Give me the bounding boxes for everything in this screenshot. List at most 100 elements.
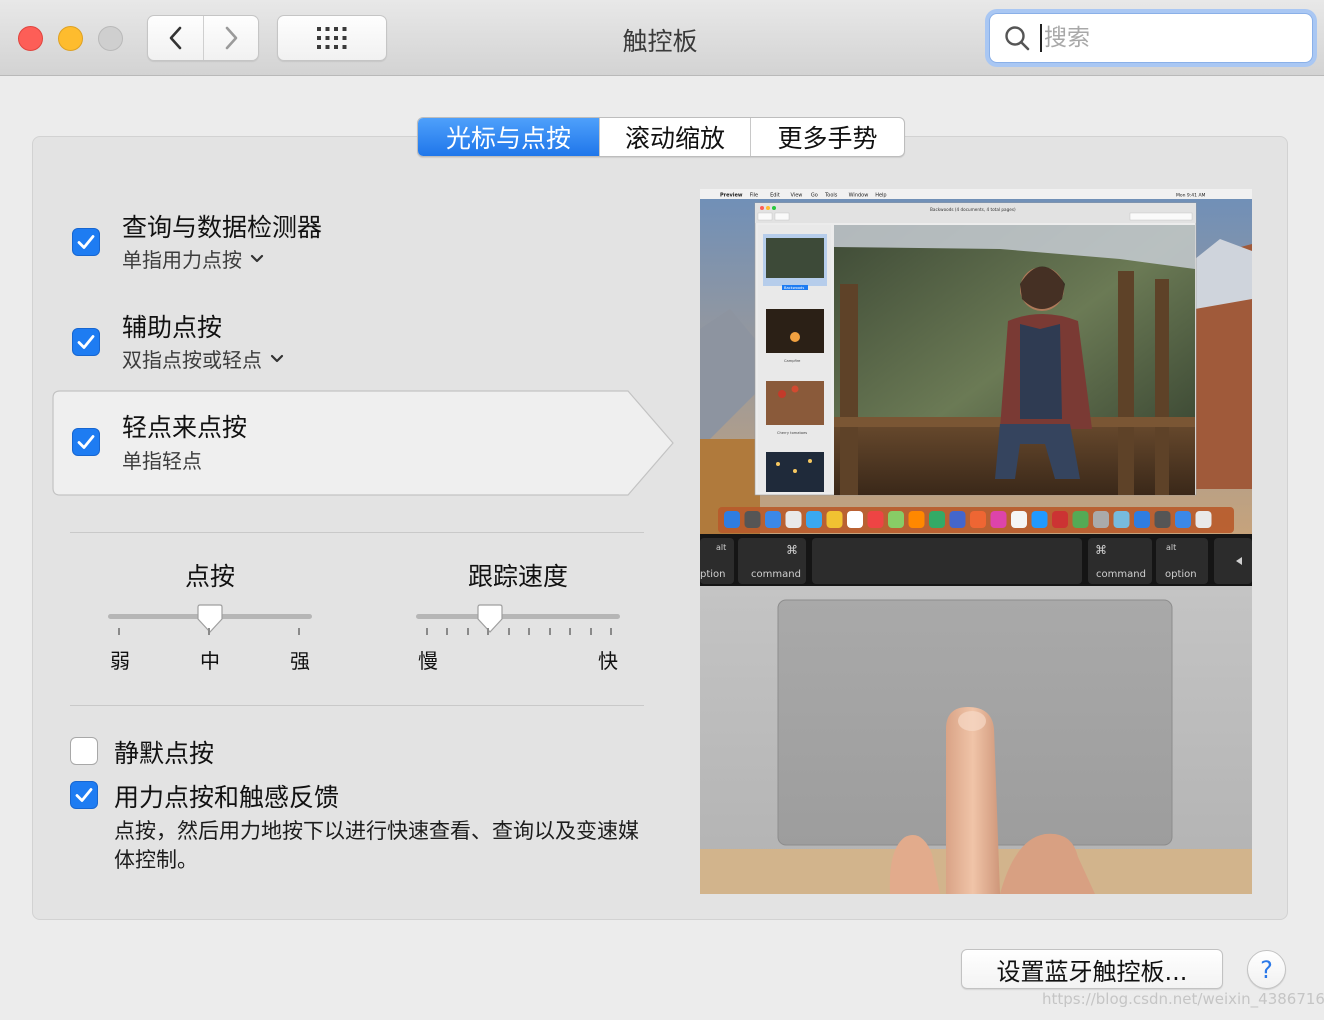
help-button[interactable]: ? xyxy=(1247,950,1286,989)
preview-menu-item: Tools xyxy=(824,193,838,199)
search-field[interactable] xyxy=(989,13,1313,63)
force-click-description: 点按，然后用力地按下以进行快速查看、查询以及变速媒体控制。 xyxy=(114,819,639,872)
search-input[interactable] xyxy=(1044,18,1284,58)
slider-tick xyxy=(446,628,449,635)
key-label: ⌘ xyxy=(786,543,798,557)
secondary-click-dropdown[interactable]: 双指点按或轻点 xyxy=(122,344,284,373)
tap-to-click-checkbox[interactable] xyxy=(72,428,100,456)
tab-point-and-click[interactable]: 光标与点按 xyxy=(418,118,599,156)
tab-more-gestures[interactable]: 更多手势 xyxy=(750,118,904,156)
tap-to-click-gesture-label: 单指轻点 xyxy=(122,449,202,473)
close-window-button[interactable] xyxy=(18,26,43,51)
preview-menu-item: View xyxy=(791,193,803,199)
dock-app-icon xyxy=(970,511,986,528)
zoom-window-button[interactable] xyxy=(98,26,123,51)
checkmark-icon xyxy=(77,235,95,249)
click-label-firm: 强 xyxy=(290,649,310,673)
dock-app-icon xyxy=(1113,511,1130,528)
preview-document-title: Backwoods (4 documents, 4 total pages) xyxy=(930,207,1016,212)
preview-illustration: Preview File Edit View Go Tools Window Help Mon… xyxy=(700,189,1252,894)
preview-thumb-label: Cherry tomatoes xyxy=(777,431,807,435)
minimize-window-button[interactable] xyxy=(58,26,83,51)
key-label: option xyxy=(1165,569,1197,580)
preview-menu-item: File xyxy=(750,193,758,199)
preview-menu-item: Help xyxy=(875,193,886,199)
forward-button[interactable] xyxy=(203,16,258,60)
dock-app-icon xyxy=(765,511,781,528)
set-up-bluetooth-trackpad-button[interactable]: 设置蓝牙触控板... xyxy=(961,949,1223,989)
back-button[interactable] xyxy=(148,16,203,60)
click-slider-thumb[interactable] xyxy=(197,604,223,634)
show-all-button[interactable] xyxy=(277,15,387,61)
slider-tick xyxy=(208,628,210,635)
watermark: https://blog.csdn.net/weixin_43867168 xyxy=(1042,990,1324,1008)
secondary-click-checkbox[interactable] xyxy=(72,328,100,356)
silent-click-checkbox[interactable] xyxy=(70,737,98,765)
slider-tick xyxy=(569,628,572,635)
toolbar: 触控板 xyxy=(0,0,1324,76)
tab-scroll-and-zoom[interactable]: 滚动缩放 xyxy=(599,118,750,156)
dock-app-icon xyxy=(888,511,904,528)
slider-tick xyxy=(528,628,531,635)
slider-tick xyxy=(548,628,551,635)
slider-tick xyxy=(118,628,120,635)
tap-to-click-subtitle: 单指轻点 xyxy=(122,445,202,474)
preview-menubar-clock: Mon 9:41 AM xyxy=(1176,193,1206,199)
preview-menu-item: Edit xyxy=(770,193,780,199)
lookup-gesture-label: 单指用力点按 xyxy=(122,248,242,272)
dock-app-icon xyxy=(1154,511,1171,528)
text-caret xyxy=(1040,24,1042,52)
chevron-right-icon xyxy=(225,26,238,50)
click-slider-title: 点按 xyxy=(184,562,235,591)
tab-bar: 光标与点按 滚动缩放 更多手势 xyxy=(417,117,905,157)
tracking-slider-track[interactable] xyxy=(416,614,620,619)
slider-tick xyxy=(487,628,490,635)
dock-app-icon xyxy=(806,511,822,528)
lookup-checkbox[interactable] xyxy=(72,228,100,256)
dock-app-icon xyxy=(1031,511,1048,528)
section-divider xyxy=(70,532,644,533)
dock-app-icon xyxy=(1175,511,1191,528)
key-label: ⌘ xyxy=(1095,543,1107,557)
dock-app-icon xyxy=(990,511,1007,528)
secondary-click-title: 辅助点按 xyxy=(122,313,223,342)
click-label-medium: 中 xyxy=(200,649,220,673)
dock-app-icon xyxy=(908,511,925,528)
silent-click-title: 静默点按 xyxy=(114,739,215,768)
dock-app-icon xyxy=(847,511,863,528)
section-divider xyxy=(70,705,644,706)
dock-app-icon xyxy=(949,511,966,528)
dock-app-icon xyxy=(1052,511,1068,528)
slider-tick xyxy=(298,628,300,635)
lookup-gesture-dropdown[interactable]: 单指用力点按 xyxy=(122,244,264,273)
dock-app-icon xyxy=(1072,511,1089,528)
checkmark-icon xyxy=(77,435,95,449)
dock-app-icon xyxy=(1093,511,1109,528)
force-click-checkbox[interactable] xyxy=(70,781,98,809)
secondary-click-gesture-label: 双指点按或轻点 xyxy=(122,348,262,372)
dock-app-icon xyxy=(1011,511,1027,528)
tracking-slider-title: 跟踪速度 xyxy=(467,562,568,591)
slider-tick xyxy=(610,628,612,635)
slider-tick xyxy=(466,628,469,635)
preview-menu-item: Go xyxy=(811,193,818,199)
preview-thumb-label: Backwoods xyxy=(784,286,804,290)
tracking-label-slow: 慢 xyxy=(418,649,438,673)
dock-app-icon xyxy=(826,511,843,528)
preview-menu-item: Window xyxy=(849,193,869,199)
slider-tick xyxy=(507,628,510,635)
checkmark-icon xyxy=(77,335,95,349)
window-title: 触控板 xyxy=(622,27,698,56)
dock-app-icon xyxy=(1195,511,1212,528)
dock-app-icon xyxy=(929,511,945,528)
dock-app-icon xyxy=(867,511,884,528)
dock-app-icon xyxy=(744,511,761,528)
gesture-preview-video: Preview File Edit View Go Tools Window Help Mon… xyxy=(700,189,1252,894)
chevron-down-icon xyxy=(270,354,284,362)
dock-app-icon xyxy=(1134,511,1150,528)
slider-tick xyxy=(426,628,428,635)
tracking-slider-thumb[interactable] xyxy=(477,604,503,634)
tracking-label-fast: 快 xyxy=(598,649,618,673)
grid-icon xyxy=(317,27,347,49)
dock-app-icon xyxy=(724,511,740,528)
